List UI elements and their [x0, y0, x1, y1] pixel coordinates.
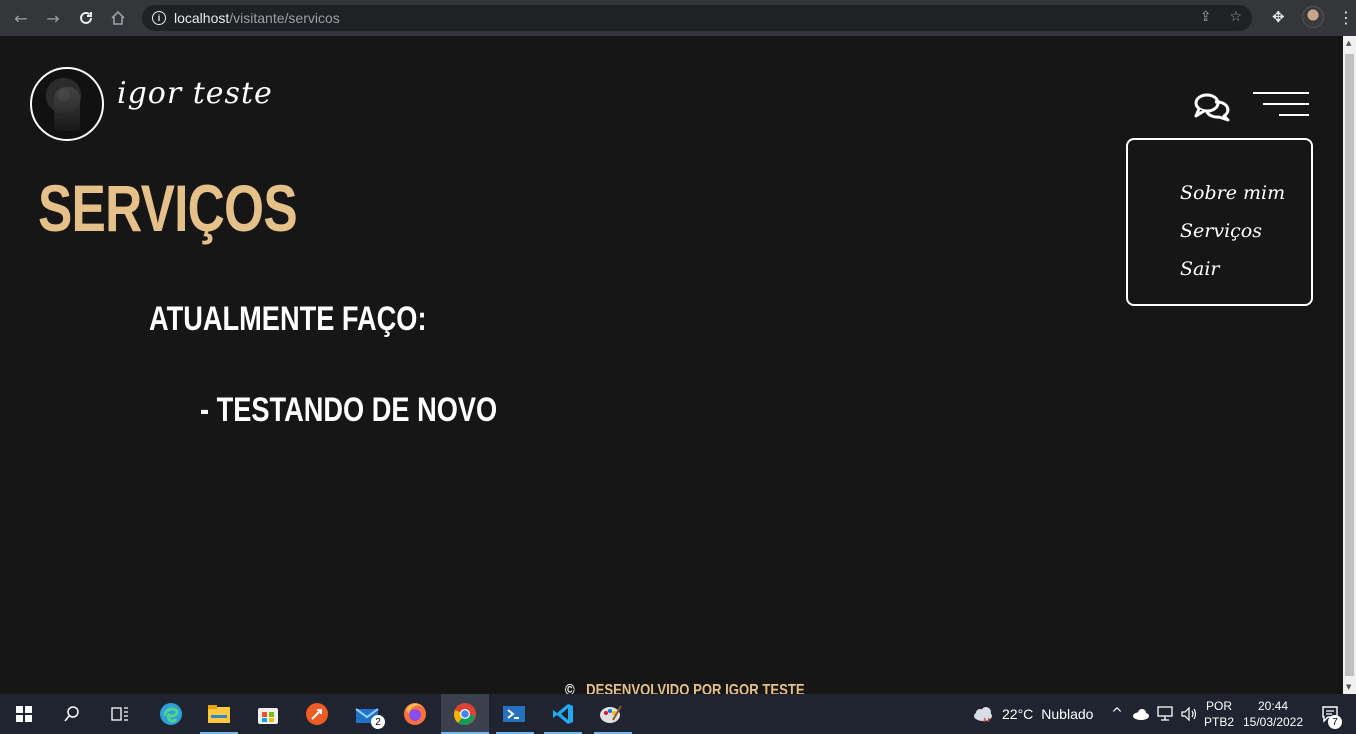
nav-dropdown: Sobre mim Serviços Sair [1126, 138, 1313, 306]
clock-time: 20:44 [1257, 699, 1289, 713]
menu-item-sobre-mim[interactable]: Sobre mim [1180, 174, 1311, 212]
weather-widget[interactable]: 22°C Nublado [972, 694, 1093, 734]
powershell-icon[interactable] [502, 702, 526, 726]
firefox-icon[interactable] [403, 702, 427, 726]
services-heading: ATUALMENTE FAÇO: [149, 300, 427, 338]
file-explorer-icon[interactable] [207, 702, 231, 726]
mail-badge: 2 [371, 715, 385, 729]
weather-desc: Nublado [1041, 706, 1094, 722]
vscode-icon[interactable] [551, 702, 575, 726]
notification-badge: 7 [1328, 715, 1342, 729]
chat-icon[interactable] [1193, 92, 1231, 122]
share-icon[interactable]: ⇪ [1200, 9, 1212, 25]
task-view-icon[interactable] [108, 702, 132, 726]
edge-icon[interactable] [159, 702, 183, 726]
paint-icon[interactable] [599, 702, 623, 726]
hamburger-menu-icon[interactable] [1253, 90, 1309, 120]
browser-toolbar: ← → i localhost/visitante/servicos ⇪ ☆ ✥… [0, 0, 1356, 36]
reload-icon[interactable] [74, 6, 98, 30]
avatar[interactable] [30, 67, 104, 141]
volume-icon[interactable] [1177, 702, 1201, 726]
info-icon[interactable]: i [152, 11, 166, 25]
kebab-icon[interactable]: ⋮ [1338, 8, 1354, 27]
taskbar: 2 22°C Nublado ^ POR PTB2 20:44 15/03/20… [0, 694, 1356, 734]
menu-item-servicos[interactable]: Serviços [1180, 212, 1311, 250]
url-path: /visitante/servicos [229, 10, 340, 26]
url-text: localhost/visitante/servicos [174, 10, 340, 26]
onedrive-icon[interactable] [1129, 702, 1153, 726]
extensions-icon[interactable]: ✥ [1272, 9, 1288, 25]
network-icon[interactable] [1153, 702, 1177, 726]
clock[interactable]: 20:44 15/03/2022 [1242, 698, 1304, 730]
clock-date: 15/03/2022 [1242, 715, 1304, 729]
input-language[interactable]: POR PTB2 [1204, 698, 1234, 730]
star-icon[interactable]: ☆ [1229, 9, 1242, 25]
page-content: igor teste Sobre mim Serviços Sair SERVI… [0, 36, 1343, 694]
search-icon[interactable] [60, 702, 84, 726]
store-icon[interactable] [256, 702, 280, 726]
lang-bottom: PTB2 [1204, 715, 1235, 729]
footer: © DESENVOLVIDO POR IGOR TESTE [565, 682, 805, 694]
address-bar[interactable]: i localhost/visitante/servicos ⇪ ☆ [142, 5, 1252, 31]
copyright-symbol: © [565, 682, 575, 694]
url-host: localhost [174, 10, 230, 26]
forward-icon[interactable]: → [41, 6, 65, 30]
menu-item-sair[interactable]: Sair [1180, 250, 1311, 288]
weather-cloud-icon [974, 707, 992, 722]
profile-avatar[interactable] [1302, 6, 1324, 28]
back-icon[interactable]: ← [9, 6, 33, 30]
footer-text: DESENVOLVIDO POR IGOR TESTE [586, 682, 805, 694]
scrollbar[interactable]: ▲ ▼ [1343, 36, 1356, 694]
weather-temp: 22°C [1002, 706, 1034, 722]
chrome-icon[interactable] [453, 702, 477, 726]
scrollbar-thumb[interactable] [1345, 54, 1354, 676]
home-icon[interactable] [106, 6, 130, 30]
brand-name[interactable]: igor teste [117, 76, 273, 111]
show-hidden-icons-icon[interactable]: ^ [1105, 702, 1129, 726]
lang-top: POR [1205, 699, 1232, 713]
service-item: - TESTANDO DE NOVO [200, 391, 498, 429]
postman-icon[interactable] [305, 702, 329, 726]
windows-start-icon[interactable] [12, 702, 36, 726]
page-title: SERVIÇOS [38, 171, 298, 245]
